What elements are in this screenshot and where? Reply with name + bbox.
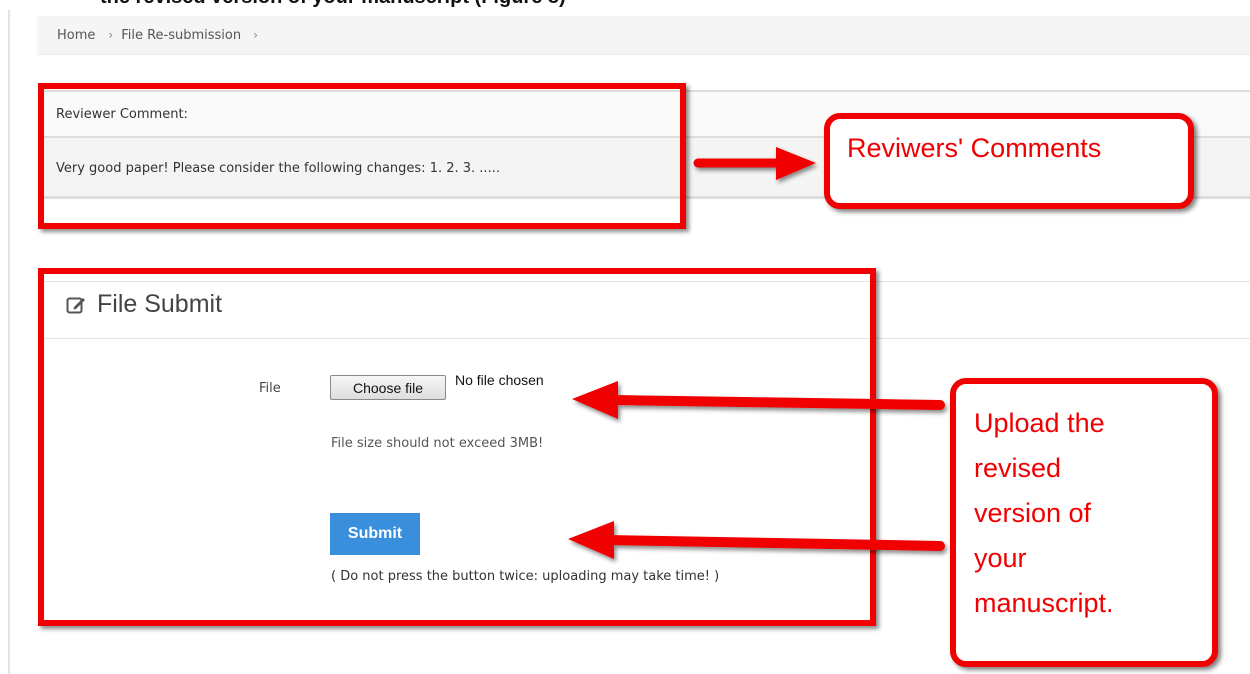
arrow-to-file-input — [572, 381, 945, 419]
upload-revised-callout: Upload the revised version of your manus… — [950, 378, 1218, 667]
upload-callout-line: manuscript. — [974, 588, 1114, 618]
reviewers-comments-callout: Reviwers' Comments — [824, 113, 1194, 209]
upload-callout-line: revised — [974, 453, 1062, 483]
upload-callout-line: version of — [974, 498, 1092, 528]
arrow-to-comments — [693, 147, 816, 180]
upload-callout-line: your — [974, 543, 1027, 573]
upload-callout-line: Upload the — [974, 408, 1105, 438]
arrow-to-submit-button — [568, 521, 945, 559]
reviewers-comments-callout-text: Reviwers' Comments — [847, 133, 1102, 163]
